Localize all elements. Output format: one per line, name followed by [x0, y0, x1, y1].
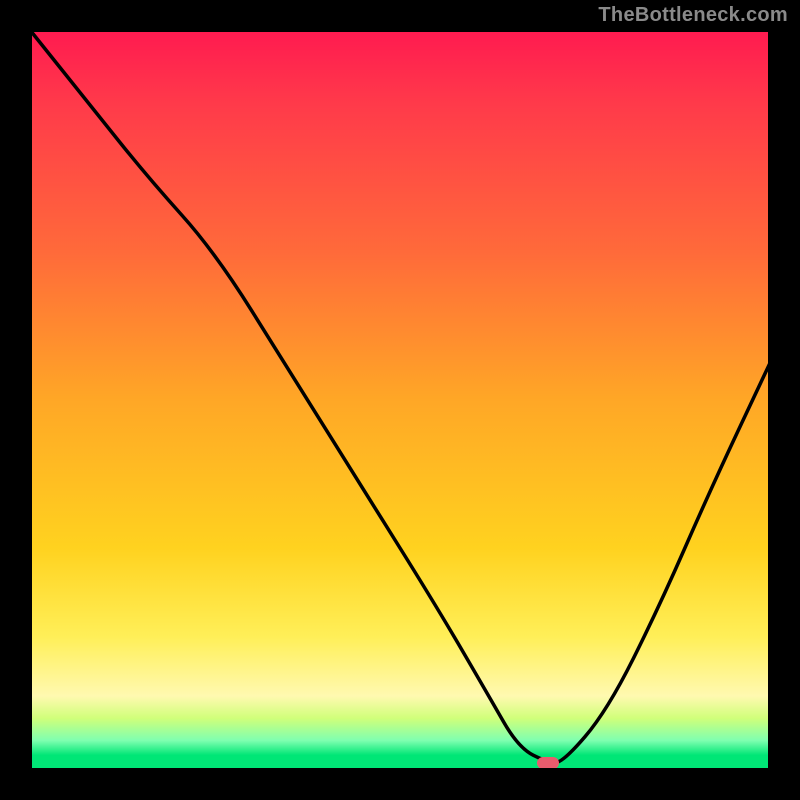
bottleneck-curve — [30, 30, 770, 770]
plot-area — [30, 30, 770, 770]
chart-stage: TheBottleneck.com — [0, 0, 800, 800]
optimal-marker — [537, 757, 559, 769]
watermark-text: TheBottleneck.com — [598, 4, 788, 27]
